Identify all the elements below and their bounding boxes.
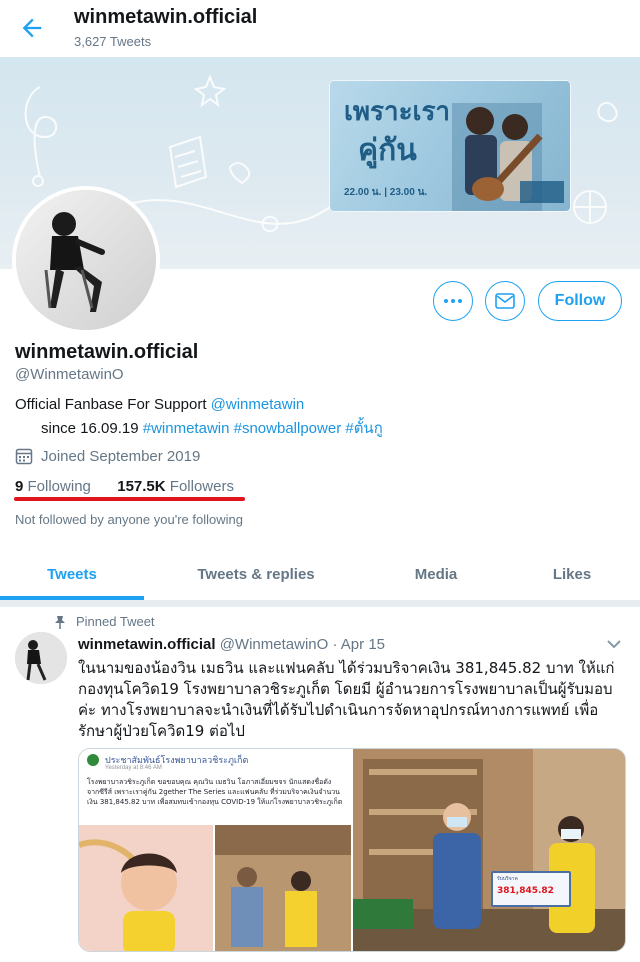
joined-date: Joined September 2019 <box>15 447 200 465</box>
message-button[interactable] <box>485 281 525 321</box>
calendar-icon <box>15 448 33 465</box>
tweet-count: 3,627 Tweets <box>74 34 152 49</box>
donation-photo-scene <box>353 749 625 951</box>
tab-tweets-replies[interactable]: Tweets & replies <box>144 548 368 600</box>
tab-likes[interactable]: Likes <box>504 548 640 600</box>
sign-amount: 381,845.82 <box>497 886 554 896</box>
sign-title: รับบริจาค <box>497 876 518 882</box>
poster-title-line1: เพราะเรา <box>344 97 451 127</box>
tweet-author-name[interactable]: winmetawin.official <box>78 636 216 653</box>
tweet-author-avatar[interactable] <box>15 632 67 684</box>
following-link[interactable]: 9 Following <box>15 478 91 495</box>
media-facebook-post-image[interactable]: ประชาสัมพันธ์โรงพยาบาลวชิระภูเก็ต Yester… <box>79 749 351 951</box>
more-dots-icon <box>444 299 462 303</box>
bio-text: Official Fanbase For Support <box>15 396 211 413</box>
avatar-photo <box>16 190 156 330</box>
drama-poster: เพราะเรา คู่กัน 22.00 น. | 23.00 น. <box>330 81 570 211</box>
tab-media[interactable]: Media <box>368 548 504 600</box>
sign-amount-row: 381,845.82 <box>497 886 554 896</box>
follow-button[interactable]: Follow <box>538 281 622 321</box>
fb-post-text: โรงพยาบาลวชิระภูเก็ต ขอขอบคุณ คุณวิน เมธ… <box>87 778 343 806</box>
back-arrow-icon[interactable] <box>18 14 46 42</box>
tweet-text: ในนามของน้องวิน เมธวิน และแฟนคลับ ได้ร่ว… <box>78 659 615 740</box>
bio-line-2: since 16.09.19 #winmetawin #snowballpowe… <box>41 416 383 440</box>
fb-post-photos <box>79 825 351 951</box>
bio-mention-link[interactable]: @winmetawin <box>211 396 305 413</box>
tweet-media[interactable]: ประชาสัมพันธ์โรงพยาบาลวชิระภูเก็ต Yester… <box>78 748 626 952</box>
active-tab-indicator <box>0 596 144 600</box>
tab-tweets[interactable]: Tweets <box>0 548 144 600</box>
tweet-author-handle[interactable]: @WinmetawinO <box>220 636 329 653</box>
header-title: winmetawin.official <box>74 6 258 28</box>
bio-since-text: since 16.09.19 <box>41 420 143 437</box>
tabs-divider <box>0 601 640 607</box>
pinned-label: Pinned Tweet <box>54 614 155 629</box>
chevron-down-icon[interactable] <box>604 636 624 652</box>
more-options-button[interactable] <box>433 281 473 321</box>
joined-text: Joined September 2019 <box>41 447 201 465</box>
poster-title-line2: คู่กัน <box>358 133 417 168</box>
envelope-icon <box>495 293 515 309</box>
not-followed-note: Not followed by anyone you're following <box>15 512 243 527</box>
tweet-avatar-photo <box>15 632 67 684</box>
followers-label: Followers <box>169 478 234 495</box>
profile-handle: @WinmetawinO <box>15 366 124 383</box>
hospital-logo-icon <box>87 754 99 766</box>
follow-stats: 9 Following 157.5K Followers <box>15 478 234 495</box>
pinned-text: Pinned Tweet <box>76 614 155 629</box>
bio-line-1: Official Fanbase For Support @winmetawin <box>15 396 304 413</box>
followers-link[interactable]: 157.5K Followers <box>117 478 234 495</box>
red-underline-mark <box>14 497 245 501</box>
pin-icon <box>55 615 65 629</box>
followers-count: 157.5K <box>117 478 166 495</box>
bio-hashtags-link[interactable]: #winmetawin #snowballpower #ตั้นกู <box>143 420 383 437</box>
tweet-date[interactable]: · Apr 15 <box>332 636 385 653</box>
profile-avatar[interactable] <box>12 186 160 334</box>
donation-sign: รับบริจาค 381,845.82 <box>491 871 571 907</box>
profile-name: winmetawin.official <box>15 341 199 363</box>
profile-tabs: Tweets Tweets & replies Media Likes <box>0 548 640 601</box>
top-bar: winmetawin.official 3,627 Tweets <box>0 0 640 57</box>
following-count: 9 <box>15 478 24 495</box>
fb-time: Yesterday at 8:46 AM <box>105 765 162 771</box>
following-label: Following <box>27 478 91 495</box>
tweet-header: winmetawin.official @WinmetawinO · Apr 1… <box>78 636 385 653</box>
media-donation-photo[interactable]: รับบริจาค 381,845.82 <box>353 749 625 951</box>
poster-times: 22.00 น. | 23.00 น. <box>344 187 428 198</box>
